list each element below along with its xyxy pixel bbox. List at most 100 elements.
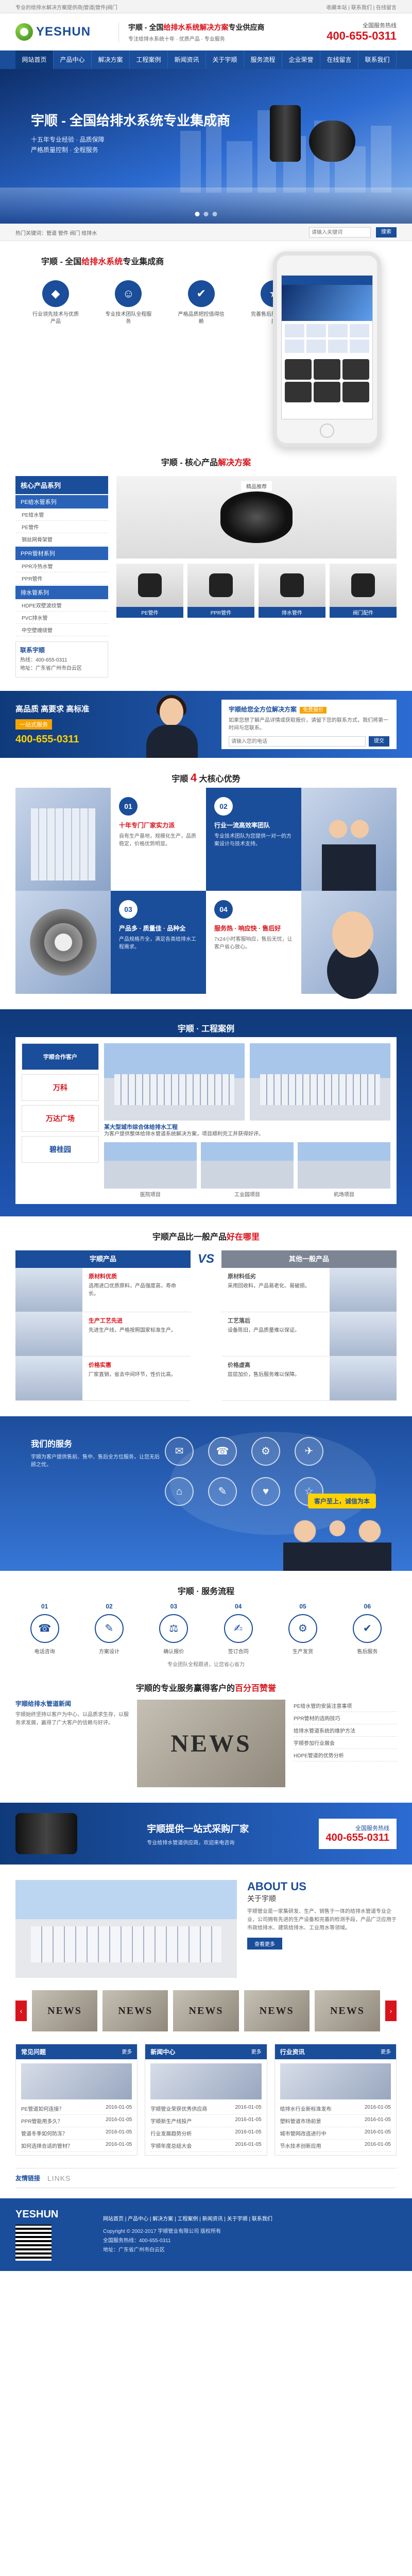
news-item[interactable]: PE管道如何连接？ 2016-01-05 [21, 2103, 132, 2115]
sidebar-item[interactable]: PE给水管 [15, 509, 108, 521]
news-item[interactable]: PE给水管的安装注意事项 [294, 1700, 397, 1712]
service-icon[interactable]: ✎ [208, 1477, 237, 1506]
links-title: 友情链接 [15, 2175, 41, 2182]
featured-product[interactable]: 精品推荐 [116, 476, 397, 558]
nav-item[interactable]: 在线留言 [320, 50, 358, 69]
banner-dot[interactable] [212, 212, 217, 216]
case-thumb[interactable]: 工业园项目 [201, 1142, 294, 1198]
case-thumb[interactable]: 机场项目 [298, 1142, 390, 1198]
nav-item[interactable]: 联系我们 [358, 50, 397, 69]
news-item[interactable]: 城市管网改造进行中 2016-01-05 [280, 2127, 391, 2140]
news-item[interactable]: PPR管能用多久？ 2016-01-05 [21, 2115, 132, 2127]
carousel-prev-button[interactable]: ‹ [15, 2001, 27, 2021]
cases-title: 宇顺 · 工程案例 [177, 1025, 235, 1033]
top-strip-links[interactable]: 收藏本站 | 联系我们 | 在线留言 [327, 3, 397, 11]
news-image[interactable]: NEWS [137, 1700, 285, 1787]
sidebar-item[interactable]: PVC排水管 [15, 612, 108, 624]
sidebar-category[interactable]: 排水管系列 [15, 586, 108, 599]
sidebar-item[interactable]: HDPE双壁波纹管 [15, 599, 108, 612]
nav-item[interactable]: 关于宇顺 [206, 50, 244, 69]
sidebar-category[interactable]: PPR管材系列 [15, 547, 108, 560]
nav-item[interactable]: 企业荣誉 [282, 50, 320, 69]
sidebar-item[interactable]: 中空壁缠绕管 [15, 624, 108, 636]
nav-item[interactable]: 网站首页 [15, 50, 54, 69]
nav-item[interactable]: 服务流程 [244, 50, 282, 69]
banner-dot[interactable] [195, 212, 200, 216]
phone-input[interactable] [229, 736, 366, 747]
client-logo[interactable]: 万科 [22, 1074, 99, 1101]
news-item-date: 2016-01-05 [364, 2105, 391, 2110]
nav-item[interactable]: 产品中心 [54, 50, 92, 69]
certificate-image[interactable]: NEWS [314, 1990, 381, 2031]
client-logo[interactable]: 万达广场 [22, 1105, 99, 1132]
product-card[interactable]: 排水管件 [259, 564, 325, 618]
step-number: 05 [299, 1603, 306, 1610]
sidebar-item[interactable]: PPR冷热水管 [15, 560, 108, 572]
about-more-button[interactable]: 查看更多 [247, 1938, 282, 1950]
news-item[interactable]: 给排水管道系统的维护方法 [294, 1724, 397, 1737]
service-icon[interactable]: ⚙ [251, 1437, 280, 1466]
footer-line: 全国服务热线：400-655-0311 [103, 2238, 171, 2244]
news-item[interactable]: 节水技术创新应用 2016-01-05 [280, 2140, 391, 2152]
sidebar-item[interactable]: PPR管件 [15, 572, 108, 585]
news-item[interactable]: 给排水行业新标准发布 2016-01-05 [280, 2103, 391, 2115]
service-icon[interactable]: ☎ [208, 1437, 237, 1466]
product-image [15, 891, 111, 994]
top-strip-left: 专业的给排水解决方案提供商|管道|管件|阀门 [15, 5, 117, 11]
certificate-image[interactable]: NEWS [32, 1990, 98, 2031]
step-icon: ⚙ [288, 1614, 317, 1643]
product-card[interactable]: PE管件 [116, 564, 183, 618]
nav-item[interactable]: 工程案例 [130, 50, 168, 69]
news-column: 常见问题 更多 PE管道如何连接？ 2016-01-05 PPR管能用多久？ 2016-0… [15, 2044, 138, 2156]
service-icon[interactable]: ✈ [295, 1437, 323, 1466]
more-link[interactable]: 更多 [381, 2047, 391, 2056]
case-image[interactable] [104, 1043, 245, 1121]
certificate-image[interactable]: NEWS [102, 1990, 168, 2031]
more-link[interactable]: 更多 [251, 2047, 262, 2056]
news-item[interactable]: 宇顺参加行业展会 [294, 1737, 397, 1749]
client-logos: 宇顺合作客户 万科 万达广场 碧桂园 [22, 1043, 99, 1198]
carousel-next-button[interactable]: › [385, 2001, 397, 2021]
service-band: 高品质 高要求 高标准 一站式服务 400-655-0311 宇顺给您全方位解决… [0, 691, 412, 758]
client-logo[interactable]: 碧桂园 [22, 1136, 99, 1163]
footer-links[interactable]: 网站首页 | 产品中心 | 解决方案 | 工程案例 | 新闻资讯 | 关于宇顺 … [103, 2215, 272, 2224]
submit-button[interactable]: 提交 [369, 736, 389, 747]
certificate-image[interactable]: NEWS [244, 1990, 310, 2031]
case-thumb[interactable]: 医院项目 [104, 1142, 197, 1198]
news-item[interactable]: 如何选择合适的管材？ 2016-01-05 [21, 2140, 132, 2152]
news-item[interactable]: PPR管材的选购技巧 [294, 1712, 397, 1724]
product-image [116, 564, 183, 607]
feature-text: 行业领先技术与优质产品 [32, 312, 79, 325]
sidebar-item[interactable]: PE管件 [15, 521, 108, 533]
product-card[interactable]: 阀门配件 [330, 564, 397, 618]
news-item[interactable]: 宇顺新生产线投产 2016-01-05 [150, 2115, 262, 2127]
product-name: PE管件 [116, 607, 183, 618]
service-phone[interactable]: 400-655-0311 [15, 734, 134, 745]
service-icon[interactable]: ✉ [165, 1437, 194, 1466]
news-item[interactable]: 管道冬季如何防冻？ 2016-01-05 [21, 2127, 132, 2140]
sidebar-category[interactable]: PE给水管系列 [15, 495, 108, 509]
more-link[interactable]: 更多 [122, 2047, 132, 2056]
case-image[interactable] [250, 1043, 390, 1121]
news-item[interactable]: 行业发展趋势分析 2016-01-05 [150, 2127, 262, 2140]
product-image [259, 564, 325, 607]
comparison-row: 价格实惠 厂家直销，省去中间环节，性价比高。 [15, 1357, 191, 1401]
site-logo[interactable]: YESHUN [15, 23, 118, 41]
news-lead-title[interactable]: 宇顺给排水管道新闻 [15, 1700, 129, 1708]
hotline-number[interactable]: 400-655-0311 [327, 29, 397, 43]
search-button[interactable]: 搜索 [376, 227, 397, 238]
comparison-row: 原材料优质 选用进口优质原料，产品强度高，寿命长。 [15, 1268, 191, 1312]
news-item[interactable]: 塑料管道市场前景 2016-01-05 [280, 2115, 391, 2127]
nav-item[interactable]: 解决方案 [92, 50, 130, 69]
news-item[interactable]: HDPE管道的优势分析 [294, 1749, 397, 1761]
certificate-image[interactable]: NEWS [173, 1990, 239, 2031]
service-icon[interactable]: ⌂ [165, 1477, 194, 1506]
news-item[interactable]: 宇顺年度总结大会 2016-01-05 [150, 2140, 262, 2152]
service-icon[interactable]: ♥ [251, 1477, 280, 1506]
banner-dot[interactable] [203, 212, 209, 216]
product-card[interactable]: PPR管件 [187, 564, 254, 618]
nav-item[interactable]: 新闻资讯 [168, 50, 206, 69]
news-item[interactable]: 宇顺管业荣获优秀供应商 2016-01-05 [150, 2103, 262, 2115]
search-input[interactable] [309, 227, 371, 238]
sidebar-item[interactable]: 钢丝网骨架管 [15, 533, 108, 546]
